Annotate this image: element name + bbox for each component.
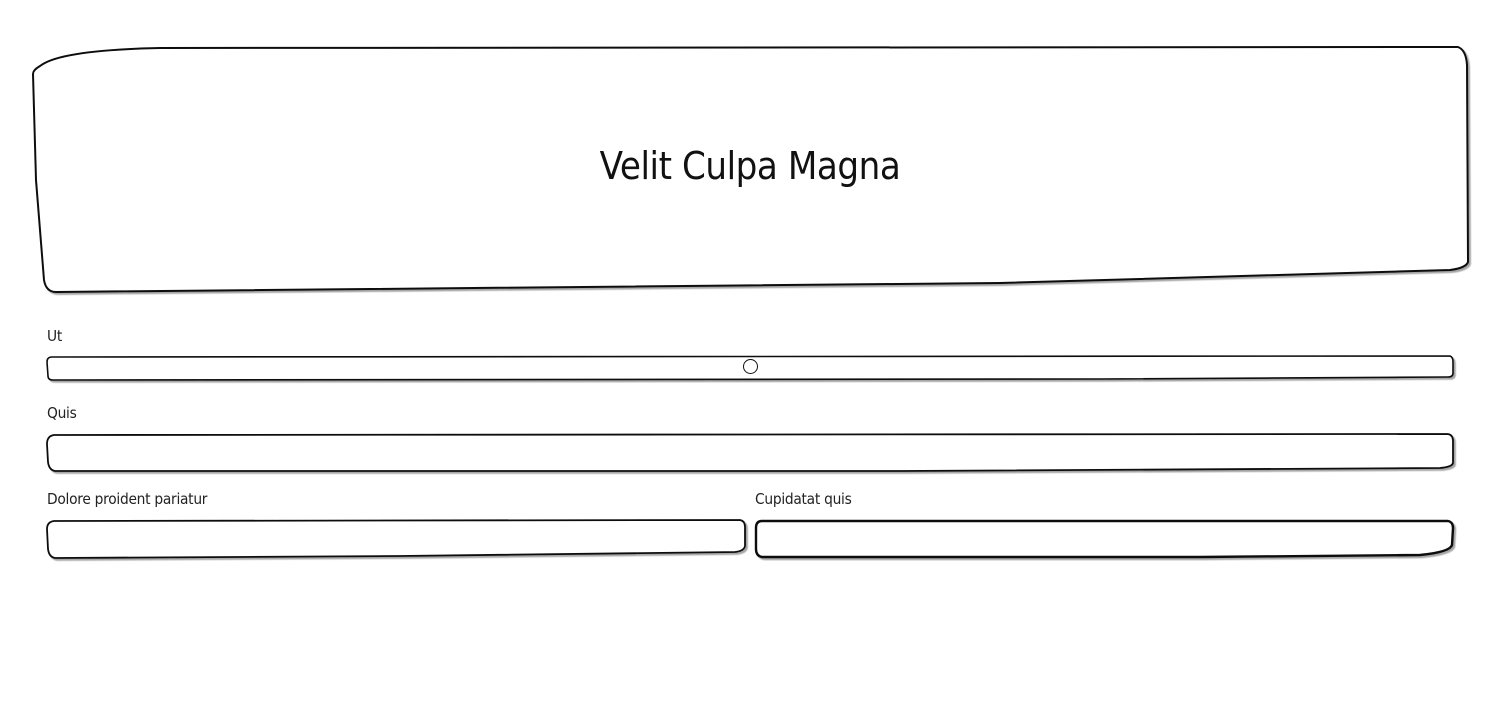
quis-input[interactable] xyxy=(50,437,1450,469)
dolore-input[interactable] xyxy=(50,523,742,555)
slider-thumb[interactable] xyxy=(743,359,758,374)
page-title: Velit Culpa Magna xyxy=(599,144,901,188)
cupidatat-input[interactable] xyxy=(759,523,1450,555)
